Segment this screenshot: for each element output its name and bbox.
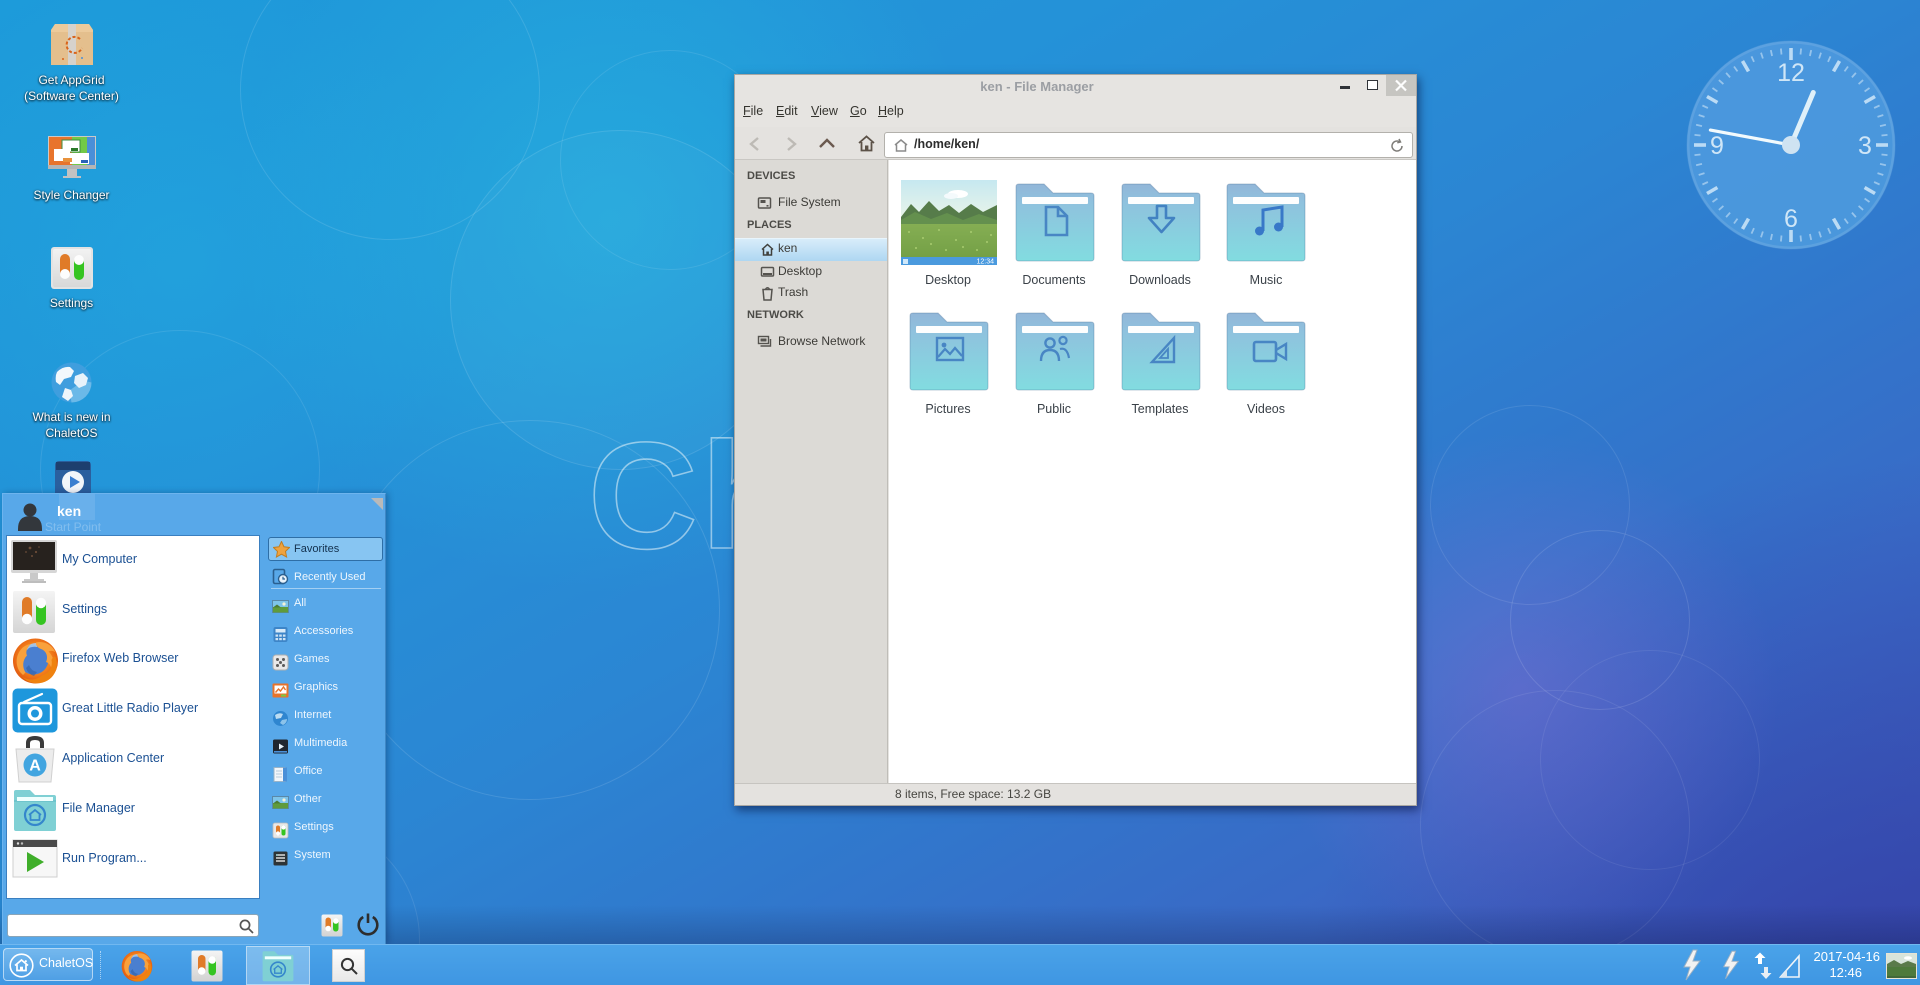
svg-text:12:34: 12:34 — [976, 259, 994, 266]
svg-text:6: 6 — [1784, 205, 1798, 233]
svg-text:12: 12 — [1777, 59, 1805, 87]
svg-text:A: A — [29, 758, 41, 775]
svg-text:3: 3 — [1858, 132, 1872, 160]
svg-text:9: 9 — [1710, 132, 1724, 160]
